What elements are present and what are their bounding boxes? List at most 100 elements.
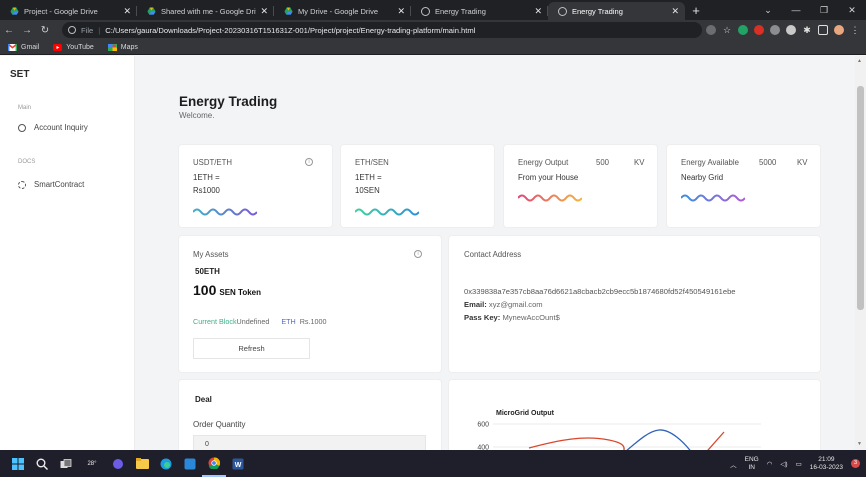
wave-decoration-icon: [518, 194, 582, 202]
system-tray: ︿ ENG IN ◠ ◁) ▭ 21:09 16-03-2023 3: [730, 456, 866, 472]
weather-temperature: 28°: [87, 460, 97, 467]
passkey-row: Pass Key: MynewAccOunt$: [464, 313, 560, 322]
browser-tab-label: My Drive - Google Drive: [298, 6, 379, 16]
profile-avatar[interactable]: [834, 25, 844, 35]
chat-icon[interactable]: [106, 450, 130, 477]
menu-kebab-icon[interactable]: ⋮: [850, 25, 860, 35]
share-icon[interactable]: [706, 25, 716, 35]
extension-icon[interactable]: [770, 25, 780, 35]
browser-tab[interactable]: Shared with me - Google Drive ✕: [137, 2, 274, 20]
gmail-icon: [7, 42, 18, 51]
windows-start-icon[interactable]: [6, 450, 30, 477]
browser-tab[interactable]: Project - Google Drive ✕: [0, 2, 137, 20]
grammarly-icon[interactable]: [738, 25, 748, 35]
volume-icon[interactable]: ◁): [780, 460, 787, 468]
extensions-puzzle-icon[interactable]: ✱: [802, 25, 812, 35]
bookmark-maps[interactable]: Maps: [107, 43, 138, 51]
search-icon[interactable]: [30, 450, 54, 477]
side-panel-icon[interactable]: [818, 25, 828, 35]
extension-icon[interactable]: [786, 25, 796, 35]
bookmark-gmail[interactable]: Gmail: [7, 42, 39, 51]
tray-chevron-up-icon[interactable]: ︿: [730, 459, 737, 469]
forward-arrow-icon[interactable]: →: [18, 25, 36, 36]
close-tab-icon[interactable]: ✕: [123, 6, 131, 17]
email-row: Email: xyz@gmail.com: [464, 300, 543, 309]
browser-tab-label: Energy Trading: [435, 6, 486, 16]
chrome-taskbar-icon[interactable]: [202, 450, 226, 477]
page-title: Energy Trading: [179, 94, 278, 109]
new-tab-button[interactable]: +: [685, 2, 707, 20]
back-arrow-icon[interactable]: ←: [0, 25, 18, 36]
email-value: xyz@gmail.com: [488, 300, 543, 309]
account-icon: [18, 123, 26, 132]
token-amount: 100: [193, 282, 217, 298]
block-info: Current Block Undefined ETH Rs.1000: [193, 317, 326, 326]
contact-card: Contact Address 0x339838a7e357cb8aa76d66…: [449, 236, 820, 372]
close-tab-icon[interactable]: ✕: [397, 6, 405, 17]
browser-tab-active[interactable]: Energy Trading ✕: [548, 2, 685, 20]
edge-icon[interactable]: [154, 450, 178, 477]
browser-tab[interactable]: My Drive - Google Drive ✕: [274, 2, 411, 20]
brand-logo[interactable]: SET: [10, 69, 29, 80]
bookmarks-bar: Gmail YouTube Maps: [0, 40, 866, 55]
order-quantity-input[interactable]: 0: [193, 435, 426, 450]
scroll-down-icon[interactable]: ▼: [857, 441, 862, 447]
wifi-icon[interactable]: ◠: [767, 460, 773, 468]
eth-amount: 50ETH: [195, 267, 220, 276]
info-icon[interactable]: i: [305, 158, 313, 166]
reload-icon[interactable]: ↻: [36, 25, 54, 36]
sidebar-item-smartcontract[interactable]: SmartContract: [18, 180, 84, 189]
close-tab-icon[interactable]: ✕: [260, 6, 268, 17]
stat-line: 10SEN: [355, 186, 380, 195]
stat-line: 1ETH =: [193, 173, 220, 182]
close-tab-icon[interactable]: ✕: [671, 6, 679, 17]
bookmark-youtube[interactable]: YouTube: [53, 43, 94, 51]
token-label: SEN Token: [219, 288, 261, 297]
language-indicator[interactable]: ENG IN: [745, 456, 759, 472]
browser-tab-label: Energy Trading: [572, 6, 623, 16]
sidebar-heading-docs: DOCS: [18, 159, 36, 165]
browser-tab[interactable]: Energy Trading ✕: [411, 2, 548, 20]
task-view-icon[interactable]: [54, 450, 78, 477]
close-window-icon[interactable]: ✕: [838, 5, 866, 16]
file-explorer-icon[interactable]: [130, 450, 154, 477]
page-scrollbar[interactable]: ▲ ▼: [855, 56, 866, 450]
contact-title: Contact Address: [464, 250, 522, 259]
address-bar[interactable]: File | C:/Users/gaura/Downloads/Project-…: [62, 22, 702, 38]
chart-card: MicroGrid Output 600 400: [449, 380, 820, 450]
notification-badge[interactable]: 3: [851, 459, 860, 468]
tab-search-icon[interactable]: ⌄: [754, 5, 782, 16]
chart-series-line: [528, 437, 625, 450]
refresh-button[interactable]: Refresh: [193, 338, 310, 359]
google-drive-icon: [147, 6, 156, 16]
bookmark-star-icon[interactable]: ☆: [722, 25, 732, 35]
scroll-up-icon[interactable]: ▲: [857, 58, 862, 64]
scrollbar-thumb[interactable]: [857, 86, 864, 310]
deal-card: Deal Order Quantity 0: [179, 380, 441, 450]
sidebar-item-label: SmartContract: [34, 180, 85, 189]
sidebar: SET Main Account Inquiry DOCS SmartContr…: [0, 56, 135, 450]
maximize-icon[interactable]: ❐: [810, 5, 838, 16]
email-label: Email:: [464, 300, 487, 309]
minimize-icon[interactable]: —: [782, 5, 810, 15]
clock[interactable]: 21:09 16-03-2023: [810, 456, 843, 472]
stat-unit: KV: [797, 158, 808, 167]
sidebar-item-account-inquiry[interactable]: Account Inquiry: [18, 123, 88, 132]
url-text: C:/Users/gaura/Downloads/Project-2023031…: [105, 25, 476, 35]
stat-card-energy-output: Energy Output 500 KV From your House: [504, 145, 657, 227]
site-info-icon[interactable]: [68, 26, 76, 34]
info-icon[interactable]: i: [414, 250, 422, 258]
extension-icon[interactable]: [754, 25, 764, 35]
chart-title: MicroGrid Output: [496, 410, 555, 417]
google-drive-icon: [10, 6, 19, 16]
browser-tab-label: Shared with me - Google Drive: [161, 6, 257, 16]
stat-card-energy-available: Energy Available 5000 KV Nearby Grid: [667, 145, 820, 227]
sidebar-heading-main: Main: [18, 105, 32, 111]
battery-icon[interactable]: ▭: [796, 460, 802, 468]
assets-title: My Assets: [193, 250, 229, 259]
store-icon[interactable]: [178, 450, 202, 477]
word-icon[interactable]: W: [226, 450, 250, 477]
weather-icon[interactable]: 28°: [78, 450, 106, 477]
chart-y-tick-label: 600: [477, 422, 489, 429]
close-tab-icon[interactable]: ✕: [534, 6, 542, 17]
